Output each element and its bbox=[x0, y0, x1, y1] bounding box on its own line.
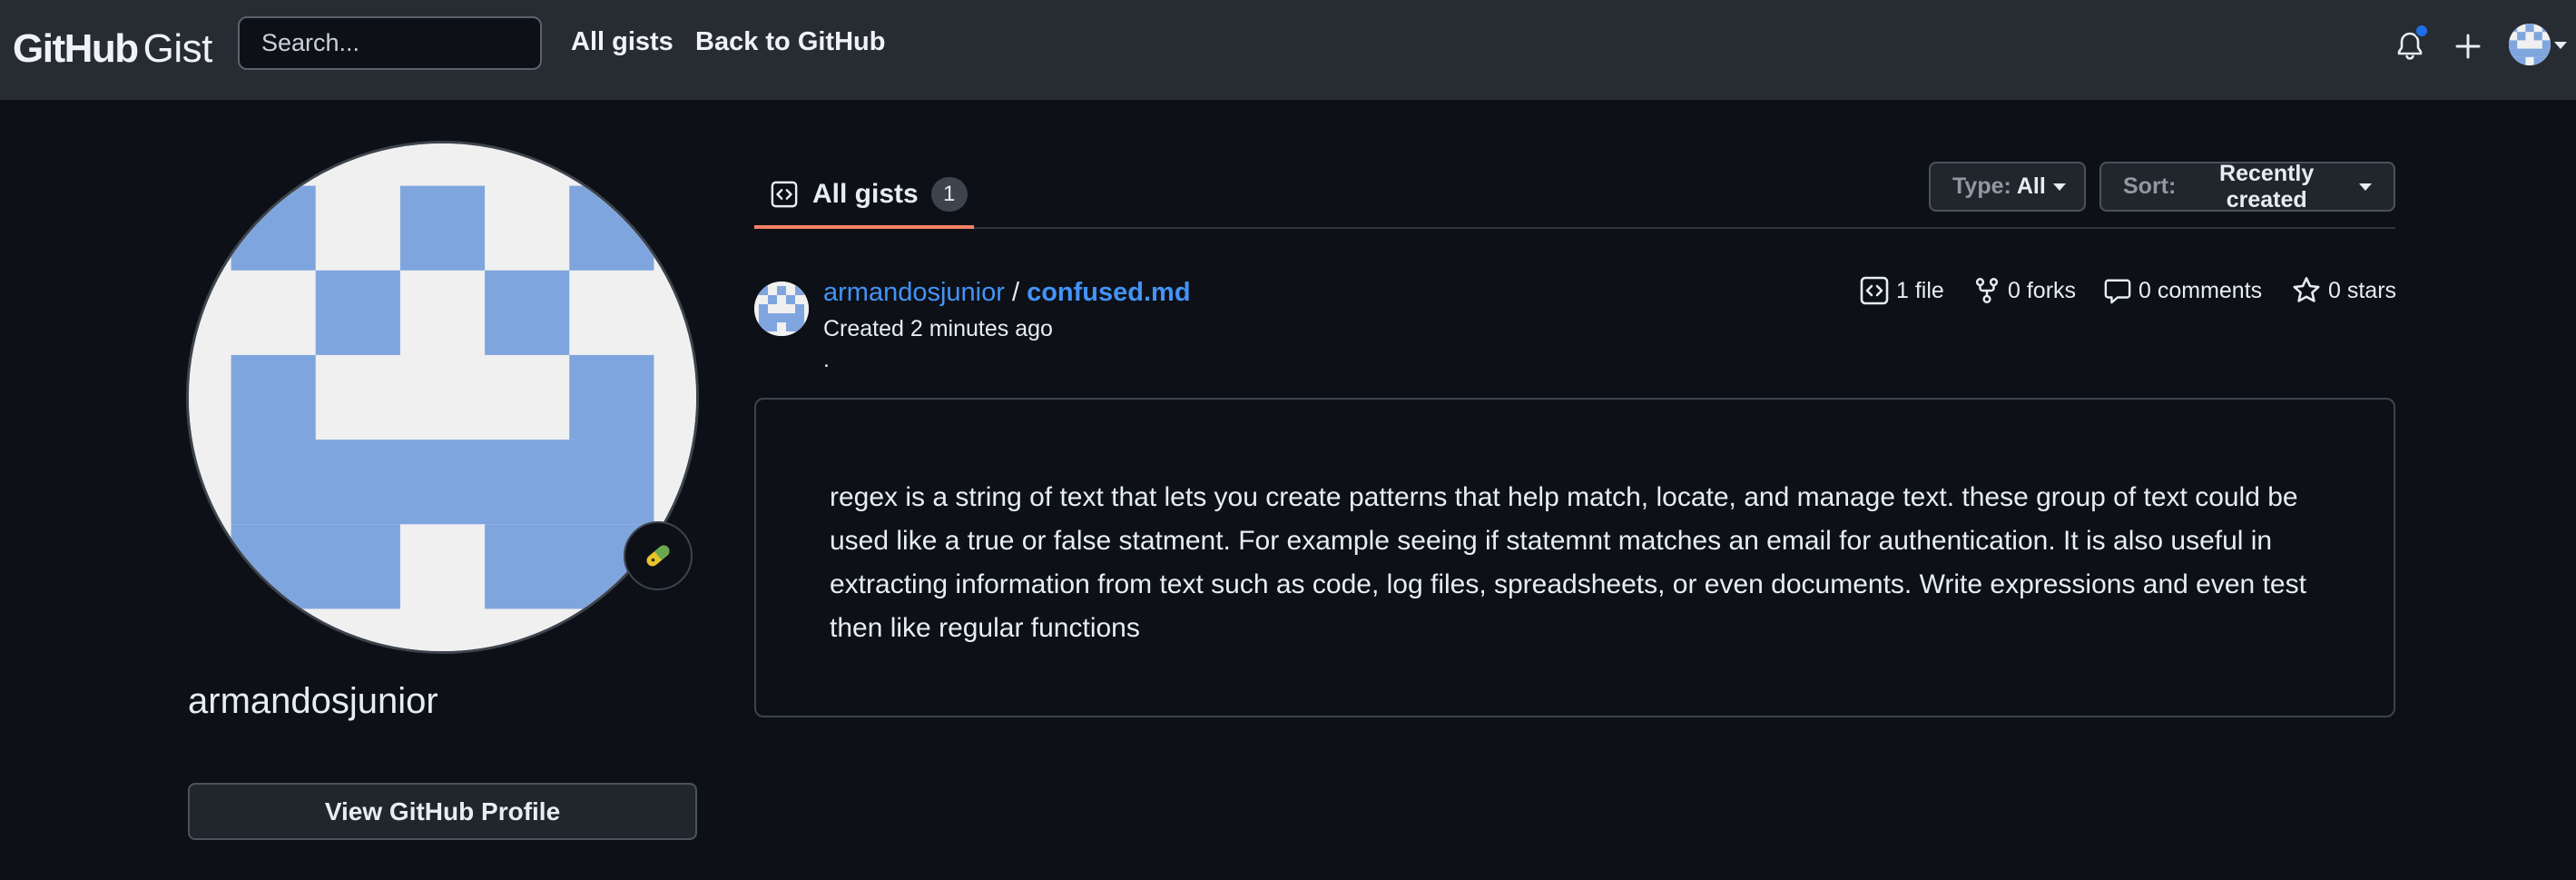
tabs-divider bbox=[754, 227, 2395, 229]
gist-forks-count: 0 forks bbox=[2008, 277, 2077, 303]
sort-value: Recently created bbox=[2219, 160, 2315, 213]
notification-dot bbox=[2414, 24, 2429, 38]
caret-down-icon[interactable] bbox=[2554, 42, 2567, 49]
identicon-image bbox=[189, 143, 696, 651]
code-square-icon bbox=[771, 181, 798, 208]
notifications-button[interactable] bbox=[2387, 24, 2433, 69]
owner-avatar-image bbox=[754, 282, 809, 336]
gist-stars-link[interactable]: 0 stars bbox=[2292, 274, 2396, 307]
create-new-button[interactable] bbox=[2445, 24, 2491, 69]
gist-filename-link[interactable]: confused.md bbox=[1027, 278, 1190, 307]
gist-files-link[interactable]: 1 file bbox=[1860, 274, 1944, 307]
gist-preview-box[interactable]: regex is a string of text that lets you … bbox=[754, 398, 2395, 717]
gist-title: armandosjunior / confused.md bbox=[823, 278, 1191, 308]
github-gist-logo[interactable]: GitHub Gist bbox=[13, 22, 212, 76]
profile-username: armandosjunior bbox=[188, 681, 438, 721]
gist-owner-avatar[interactable] bbox=[754, 282, 809, 336]
type-filter-dropdown[interactable]: Type: All bbox=[1929, 162, 2086, 212]
sort-label: Sort: bbox=[2123, 173, 2177, 199]
gist-created-time: Created 2 minutes ago bbox=[823, 316, 1053, 341]
nav-all-gists[interactable]: All gists bbox=[571, 27, 673, 57]
nav-back-to-github[interactable]: Back to GitHub bbox=[695, 27, 885, 57]
logo-github-text: GitHub bbox=[13, 26, 139, 71]
code-square-icon bbox=[1860, 276, 1889, 305]
header-bar: GitHub Gist All gists Back to GitHub bbox=[0, 0, 2576, 100]
gist-comments-link[interactable]: 0 comments bbox=[2104, 274, 2262, 307]
caret-down-icon bbox=[2052, 183, 2066, 191]
caret-down-icon bbox=[2359, 183, 2372, 191]
sort-dropdown[interactable]: Sort: Recently created bbox=[2099, 160, 2395, 213]
gist-content-text: regex is a string of text that lets you … bbox=[830, 482, 2306, 643]
status-emoji-button[interactable] bbox=[624, 521, 693, 590]
profile-avatar bbox=[186, 141, 699, 654]
gist-description: . bbox=[823, 347, 830, 372]
logo-gist-text: Gist bbox=[143, 26, 213, 71]
gist-owner-link[interactable]: armandosjunior bbox=[823, 278, 1005, 307]
search-input[interactable] bbox=[238, 16, 542, 70]
tab-count-badge: 1 bbox=[930, 177, 968, 212]
tab-label: All gists bbox=[812, 179, 919, 209]
plus-icon bbox=[2455, 34, 2481, 59]
tab-all-gists[interactable]: All gists 1 bbox=[754, 163, 974, 229]
fork-icon bbox=[1975, 278, 1999, 303]
comment-icon bbox=[2104, 279, 2131, 304]
user-avatar-menu[interactable] bbox=[2509, 24, 2551, 65]
gist-stars-count: 0 stars bbox=[2328, 277, 2397, 303]
gist-comments-count: 0 comments bbox=[2138, 277, 2263, 303]
gist-files-count: 1 file bbox=[1896, 277, 1944, 303]
gist-title-separator: / bbox=[1011, 278, 1020, 307]
type-filter-label: Type: bbox=[1952, 173, 2011, 199]
view-github-profile-button[interactable]: View GitHub Profile bbox=[188, 783, 697, 840]
gist-forks-link[interactable]: 0 forks bbox=[1973, 274, 2076, 307]
type-filter-value: All bbox=[2016, 173, 2046, 199]
pill-icon bbox=[646, 545, 670, 567]
star-icon bbox=[2293, 277, 2320, 302]
user-avatar bbox=[2509, 24, 2551, 65]
